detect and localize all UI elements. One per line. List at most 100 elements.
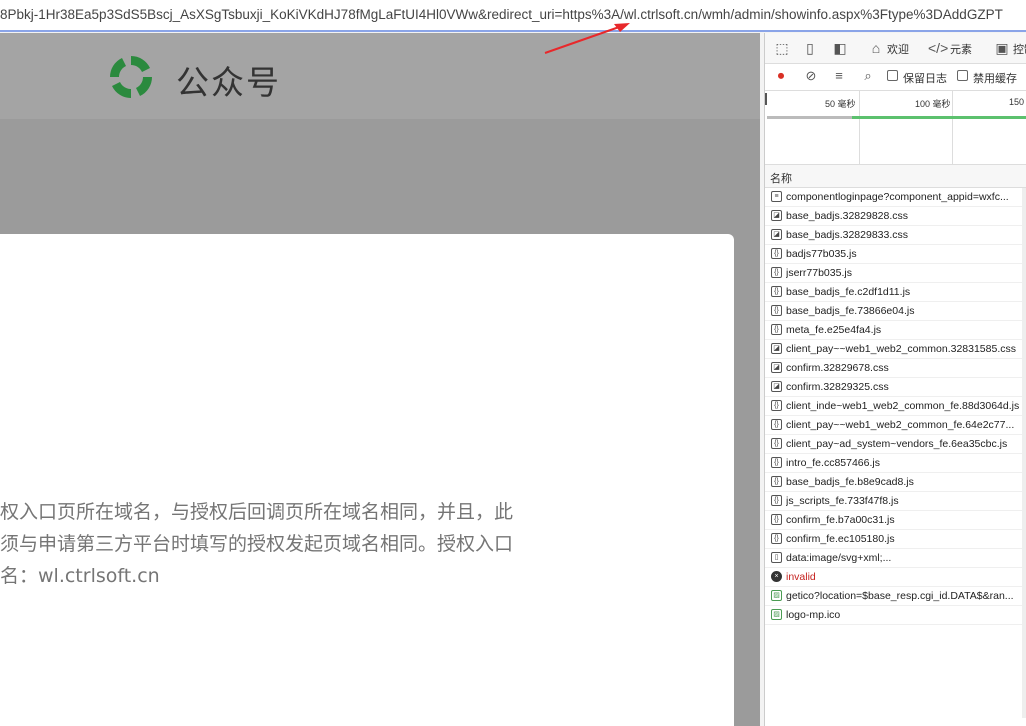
error-message-line-1: 权入口页所在域名，与授权后回调页所在域名相同，并且，此 bbox=[0, 501, 514, 523]
disable-cache-checkbox[interactable] bbox=[957, 70, 968, 81]
request-row[interactable]: {} jserr77b035.js bbox=[765, 264, 1026, 283]
timeline-tick: 100 毫秒 bbox=[915, 99, 951, 109]
filter-icon[interactable]: ≡ bbox=[831, 68, 847, 84]
search-icon[interactable]: ⌕ bbox=[860, 68, 876, 84]
error-icon: × bbox=[771, 571, 782, 582]
stylesheet-icon: ◪ bbox=[771, 210, 782, 221]
request-name: meta_fe.e25e4fa4.js bbox=[786, 324, 882, 336]
logo-text: 公众号 bbox=[176, 63, 281, 102]
web-page-viewport: 公众号 权入口页所在域名，与授权后回调页所在域名相同，并且，此 须与申请第三方平… bbox=[0, 33, 760, 726]
script-icon: {} bbox=[771, 438, 782, 449]
request-name: client_inde~web1_web2_common_fe.88d3064d… bbox=[786, 400, 1020, 412]
image-icon: ▨ bbox=[771, 590, 782, 601]
timeline-gridline bbox=[952, 91, 953, 164]
script-icon: {} bbox=[771, 305, 782, 316]
timeline-start-marker bbox=[765, 93, 767, 105]
request-row[interactable]: {} confirm_fe.ec105180.js bbox=[765, 530, 1026, 549]
address-bar[interactable]: 8Pbkj-1Hr38Ea5p3SdS5Bscj_AsXSgTsbuxji_Ko… bbox=[0, 0, 1026, 32]
request-row[interactable]: {} client_inde~web1_web2_common_fe.88d306… bbox=[765, 397, 1026, 416]
request-row[interactable]: ◪ base_badjs.32829833.css bbox=[765, 226, 1026, 245]
request-name: base_badjs.32829833.css bbox=[786, 229, 909, 241]
request-name: invalid bbox=[786, 571, 816, 583]
tab-console[interactable]: 控制 bbox=[1013, 41, 1026, 57]
request-name: logo-mp.ico bbox=[786, 609, 841, 621]
clear-icon[interactable]: ⊘ bbox=[803, 68, 819, 84]
name-column-label: 名称 bbox=[770, 173, 792, 185]
network-toolbar: ⏺ ⊘ ≡ ⌕ 保留日志 禁用缓存 bbox=[765, 64, 1026, 91]
request-row[interactable]: {} js_scripts_fe.733f47f8.js bbox=[765, 492, 1026, 511]
script-icon: {} bbox=[771, 495, 782, 506]
request-name: data:image/svg+xml;... bbox=[786, 552, 892, 564]
request-row[interactable]: {} meta_fe.e25e4fa4.js bbox=[765, 321, 1026, 340]
request-name: client_pay~~web1_web2_common.32831585.cs… bbox=[786, 343, 1016, 355]
request-name: base_badjs_fe.73866e04.js bbox=[786, 305, 915, 317]
request-name: getico?location=$base_resp.cgi_id.DATA$&… bbox=[786, 590, 1014, 602]
error-card: 权入口页所在域名，与授权后回调页所在域名相同，并且，此 须与申请第三方平台时填写… bbox=[0, 234, 734, 726]
network-timeline[interactable]: 50 毫秒 100 毫秒 150 bbox=[765, 91, 1026, 165]
request-row[interactable]: ≡ componentloginpage?component_appid=wxfc… bbox=[765, 188, 1026, 207]
name-column-header[interactable]: 名称 bbox=[765, 165, 1026, 188]
stylesheet-icon: ◪ bbox=[771, 229, 782, 240]
request-row[interactable]: ◪ confirm.32829325.css bbox=[765, 378, 1026, 397]
address-url[interactable]: 8Pbkj-1Hr38Ea5p3SdS5Bscj_AsXSgTsbuxji_Ko… bbox=[0, 7, 1003, 22]
device-toolbar-icon[interactable]: ▯ bbox=[801, 39, 819, 57]
request-row[interactable]: {} badjs77b035.js bbox=[765, 245, 1026, 264]
request-row[interactable]: {} confirm_fe.b7a00c31.js bbox=[765, 511, 1026, 530]
request-row[interactable]: ▯ data:image/svg+xml;... bbox=[765, 549, 1026, 568]
error-message-line-2: 须与申请第三方平台时填写的授权发起页域名相同。授权入口 bbox=[0, 533, 514, 555]
request-list-scrollbar[interactable] bbox=[1022, 188, 1026, 718]
request-name: intro_fe.cc857466.js bbox=[786, 457, 880, 469]
request-row[interactable]: {} client_pay~ad_system~vendors_fe.6ea35c… bbox=[765, 435, 1026, 454]
request-row[interactable]: × invalid bbox=[765, 568, 1026, 587]
timeline-tick: 150 bbox=[1009, 97, 1025, 107]
page-header: 公众号 bbox=[0, 33, 760, 119]
request-name: confirm.32829678.css bbox=[786, 362, 889, 374]
error-message: 权入口页所在域名，与授权后回调页所在域名相同，并且，此 须与申请第三方平台时填写… bbox=[0, 496, 600, 592]
stylesheet-icon: ◪ bbox=[771, 343, 782, 354]
home-icon: ⌂ bbox=[871, 40, 881, 56]
dock-side-icon[interactable]: ◧ bbox=[831, 39, 849, 57]
request-row[interactable]: ◪ base_badjs.32829828.css bbox=[765, 207, 1026, 226]
request-row[interactable]: {} base_badjs_fe.c2df1d11.js bbox=[765, 283, 1026, 302]
request-row[interactable]: {} base_badjs_fe.b8e9cad8.js bbox=[765, 473, 1026, 492]
request-name: client_pay~ad_system~vendors_fe.6ea35cbc… bbox=[786, 438, 1008, 450]
preserve-log-checkbox[interactable] bbox=[887, 70, 898, 81]
request-row[interactable]: {} intro_fe.cc857466.js bbox=[765, 454, 1026, 473]
script-icon: {} bbox=[771, 476, 782, 487]
script-icon: {} bbox=[771, 248, 782, 259]
request-name: confirm_fe.b7a00c31.js bbox=[786, 514, 895, 526]
request-row[interactable]: ▨ getico?location=$base_resp.cgi_id.DATA$… bbox=[765, 587, 1026, 606]
request-row[interactable]: ◪ client_pay~~web1_web2_common.32831585.c… bbox=[765, 340, 1026, 359]
request-name: confirm.32829325.css bbox=[786, 381, 889, 393]
request-name: componentloginpage?component_appid=wxfc.… bbox=[786, 191, 1009, 203]
tab-welcome[interactable]: 欢迎 bbox=[887, 41, 909, 57]
inspect-icon[interactable]: ⬚ bbox=[773, 39, 791, 57]
request-row[interactable]: {} client_pay~~web1_web2_common_fe.64e2c7… bbox=[765, 416, 1026, 435]
script-icon: {} bbox=[771, 400, 782, 411]
code-icon: </> bbox=[928, 40, 949, 56]
stylesheet-icon: ◪ bbox=[771, 381, 782, 392]
script-icon: {} bbox=[771, 514, 782, 525]
script-icon: {} bbox=[771, 324, 782, 335]
request-row[interactable]: ▨ logo-mp.ico bbox=[765, 606, 1026, 625]
request-name: jserr77b035.js bbox=[786, 267, 852, 279]
request-name: badjs77b035.js bbox=[786, 248, 857, 260]
script-icon: {} bbox=[771, 457, 782, 468]
record-icon[interactable]: ⏺ bbox=[773, 68, 789, 84]
preserve-log-label: 保留日志 bbox=[903, 73, 947, 85]
request-name: base_badjs_fe.c2df1d11.js bbox=[786, 286, 911, 298]
timeline-tick: 50 毫秒 bbox=[825, 99, 856, 109]
script-icon: {} bbox=[771, 267, 782, 278]
script-icon: {} bbox=[771, 286, 782, 297]
document-icon: ≡ bbox=[771, 191, 782, 202]
stylesheet-icon: ◪ bbox=[771, 362, 782, 373]
request-row[interactable]: ◪ confirm.32829678.css bbox=[765, 359, 1026, 378]
request-list: ≡ componentloginpage?component_appid=wxfc… bbox=[765, 188, 1026, 625]
tab-elements[interactable]: 元素 bbox=[950, 41, 972, 57]
request-name: js_scripts_fe.733f47f8.js bbox=[786, 495, 899, 507]
script-icon: {} bbox=[771, 419, 782, 430]
devtools-panel: ⬚ ▯ ◧ ⌂ 欢迎 </> 元素 ▣ 控制 ⏺ ⊘ ≡ ⌕ 保留日志 禁用缓存… bbox=[764, 33, 1026, 726]
request-row[interactable]: {} base_badjs_fe.73866e04.js bbox=[765, 302, 1026, 321]
timeline-gridline bbox=[859, 91, 860, 164]
request-name: client_pay~~web1_web2_common_fe.64e2c77.… bbox=[786, 419, 1015, 431]
